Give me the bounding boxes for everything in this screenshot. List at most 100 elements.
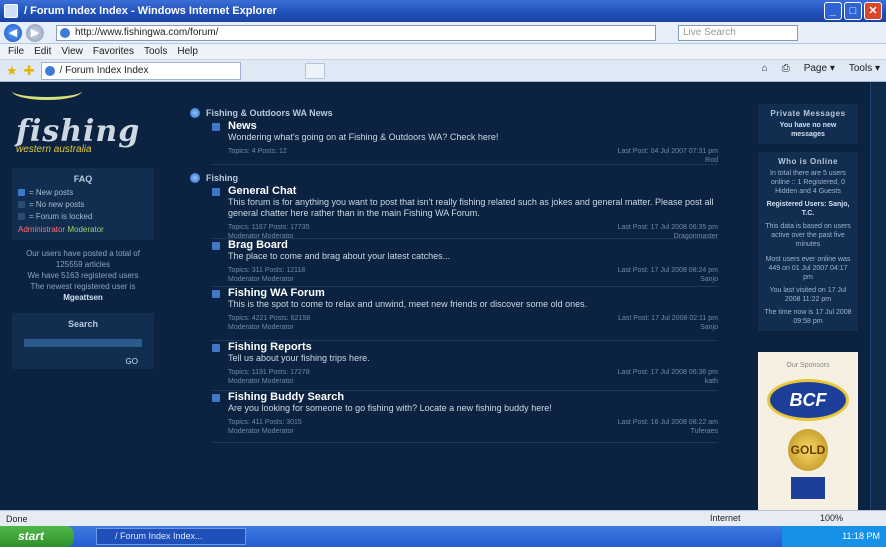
sponsor-logo-partial[interactable] bbox=[791, 477, 825, 499]
last-post-user[interactable]: Tuferaes bbox=[618, 427, 718, 436]
legend-label: = New posts bbox=[29, 188, 74, 197]
minimize-button[interactable]: _ bbox=[824, 2, 842, 20]
ie-page-icon bbox=[60, 27, 70, 38]
page-menu[interactable]: Page ▾ bbox=[804, 63, 835, 74]
forum-title-link[interactable]: News bbox=[228, 120, 718, 132]
system-tray: 11:18 PM bbox=[782, 526, 886, 547]
forum-moderators: Moderator Moderator bbox=[228, 324, 294, 331]
category-title: Fishing bbox=[206, 173, 238, 183]
forum-title-link[interactable]: Fishing WA Forum bbox=[228, 287, 718, 299]
forum-stats-block: Topics: 4221 Posts: 62158 Moderator Mode… bbox=[228, 314, 310, 332]
forum-title-link[interactable]: Brag Board bbox=[228, 239, 718, 251]
gold-sponsor-logo[interactable]: GOLD bbox=[788, 429, 828, 471]
last-post-user[interactable]: kath bbox=[618, 377, 718, 386]
online-title: Who is Online bbox=[778, 157, 838, 166]
clock[interactable]: 11:18 PM bbox=[842, 531, 880, 541]
forum-stats: Our users have posted a total of 125559 … bbox=[12, 248, 154, 303]
back-button[interactable]: ◀ bbox=[4, 23, 22, 42]
forum-row: General Chat This forum is for anything … bbox=[212, 185, 718, 240]
forum-row: Fishing WA Forum This is the spot to com… bbox=[212, 287, 718, 341]
new-tab-button[interactable] bbox=[304, 62, 325, 79]
menu-tools[interactable]: Tools bbox=[144, 46, 167, 57]
forum-folder-icon bbox=[212, 290, 220, 298]
last-post: Last Post: 17 Jul 2008 06:36 pm kath bbox=[618, 368, 718, 386]
favorites-star-icon[interactable]: ★ bbox=[6, 63, 18, 79]
forum-description: The place to come and brag about your la… bbox=[228, 251, 451, 261]
add-favorites-icon[interactable]: ✚ bbox=[24, 63, 35, 79]
tab-forum-index[interactable]: / Forum Index Index bbox=[40, 61, 241, 80]
tools-menu[interactable]: Tools ▾ bbox=[849, 63, 880, 74]
online-note: This data is based on users active over … bbox=[765, 223, 851, 248]
forum-row: Brag Board The place to come and brag ab… bbox=[212, 239, 718, 287]
address-toolbar: ◀ ▶ http://www.fishingwa.com/forum/ Live… bbox=[0, 22, 886, 44]
pm-title[interactable]: Private Messages bbox=[763, 109, 853, 118]
address-url: http://www.fishingwa.com/forum/ bbox=[75, 26, 219, 38]
last-post-date: Last Post: 17 Jul 2008 06:36 pm bbox=[617, 369, 718, 376]
menu-favorites[interactable]: Favorites bbox=[93, 46, 134, 57]
faq-link[interactable]: FAQ bbox=[18, 174, 148, 184]
forum-meta: Topics: 411 Posts: 3015 Moderator Modera… bbox=[228, 418, 718, 440]
last-post-date: Last Post: 17 Jul 2008 02:11 pm bbox=[618, 315, 718, 322]
no-new-posts-icon bbox=[18, 201, 25, 208]
forum-folder-icon bbox=[212, 123, 220, 131]
start-button[interactable]: start bbox=[0, 526, 74, 547]
forum-description: This is the spot to come to relax and un… bbox=[228, 299, 588, 309]
print-icon[interactable]: ⎙ bbox=[782, 63, 790, 74]
online-record: Most users ever online was 449 on 01 Jul… bbox=[765, 256, 851, 281]
forum-folder-icon bbox=[212, 188, 220, 196]
forum-title-link[interactable]: Fishing Reports bbox=[228, 341, 718, 353]
newest-user-link[interactable]: Mgeattsen bbox=[12, 292, 154, 303]
forum-title-link[interactable]: General Chat bbox=[228, 185, 718, 197]
bcf-sponsor-logo[interactable]: BCF bbox=[767, 379, 849, 421]
forum-title-link[interactable]: Fishing Buddy Search bbox=[228, 391, 718, 403]
tab-bar: ★ ✚ / Forum Index Index ⌂ ⎙ Page ▾ Tools… bbox=[0, 60, 886, 82]
last-post-user[interactable]: Rod bbox=[618, 156, 718, 165]
stats-newest: The newest registered user is bbox=[30, 282, 136, 291]
last-post: Last Post: 17 Jul 2008 08:24 pm Sanjo bbox=[618, 266, 718, 284]
menu-view[interactable]: View bbox=[61, 46, 83, 57]
online-total: In total there are 5 users online :: 1 R… bbox=[770, 170, 846, 195]
category-header[interactable]: Fishing & Outdoors WA News bbox=[190, 106, 718, 120]
last-post-user[interactable]: Sanjo bbox=[618, 323, 718, 332]
address-field[interactable]: http://www.fishingwa.com/forum/ bbox=[56, 24, 656, 41]
maximize-button[interactable]: □ bbox=[844, 2, 862, 20]
forum-stats: Topics: 4 Posts: 12 bbox=[228, 148, 287, 155]
category-icon bbox=[190, 108, 200, 118]
sponsors-title: Our Sponsors bbox=[786, 362, 830, 369]
stats-users: We have 5163 registered users bbox=[27, 271, 139, 280]
legend-panel: FAQ = New posts = No new posts = Forum i… bbox=[12, 168, 154, 240]
roles-legend: Administrator Moderator bbox=[18, 225, 148, 234]
menu-bar: File Edit View Favorites Tools Help bbox=[0, 44, 886, 60]
taskbar-ie-item[interactable]: / Forum Index Index... bbox=[96, 528, 246, 545]
online-registered: Registered Users: Sanjo, T.C. bbox=[766, 201, 850, 217]
site-logo[interactable]: fishing western australia bbox=[12, 112, 154, 156]
close-button[interactable]: ✕ bbox=[864, 2, 882, 20]
pm-text[interactable]: You have no new messages bbox=[763, 121, 853, 139]
security-zone[interactable]: Internet bbox=[710, 513, 741, 523]
last-post-date: Last Post: 17 Jul 2008 06:35 pm bbox=[617, 224, 718, 231]
category-title: Fishing & Outdoors WA News bbox=[206, 108, 333, 118]
category-header[interactable]: Fishing bbox=[190, 171, 718, 185]
menu-file[interactable]: File bbox=[8, 46, 24, 57]
new-posts-icon bbox=[18, 189, 25, 196]
vertical-scrollbar[interactable] bbox=[870, 82, 886, 510]
stats-posts: Our users have posted a total of 125559 … bbox=[26, 249, 140, 269]
ie-tab-icon bbox=[44, 65, 55, 76]
zoom-level[interactable]: 100% bbox=[820, 513, 843, 523]
home-icon[interactable]: ⌂ bbox=[762, 63, 768, 74]
status-bar: Done Internet 100% bbox=[0, 510, 886, 526]
search-input[interactable]: Live Search bbox=[678, 24, 798, 41]
private-messages-panel: Private Messages You have no new message… bbox=[758, 104, 858, 144]
window-title: / Forum Index Index - Windows Internet E… bbox=[24, 5, 277, 17]
forum-moderators: Moderator Moderator bbox=[228, 428, 294, 435]
menu-edit[interactable]: Edit bbox=[34, 46, 51, 57]
who-is-online-panel: Who is Online In total there are 5 users… bbox=[758, 152, 858, 331]
last-post-user[interactable]: Sanjo bbox=[618, 275, 718, 284]
window-controls: _ □ ✕ bbox=[824, 2, 882, 20]
menu-help[interactable]: Help bbox=[177, 46, 198, 57]
search-go-button[interactable]: GO bbox=[18, 357, 148, 366]
forum-search-input[interactable] bbox=[24, 339, 142, 347]
last-post-date: Last Post: 04 Jul 2007 07:31 pm bbox=[617, 148, 718, 155]
forum-stats: Topics: 411 Posts: 3015 bbox=[228, 419, 302, 426]
forward-button[interactable]: ▶ bbox=[26, 23, 44, 42]
